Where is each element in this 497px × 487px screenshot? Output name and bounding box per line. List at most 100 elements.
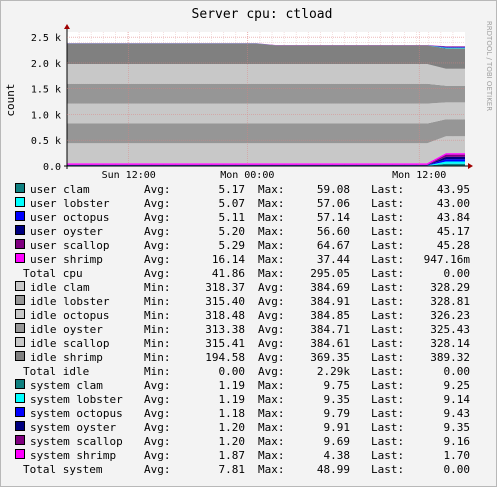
stat-value: 0.00 — [443, 267, 471, 280]
stat-label: Max: — [258, 393, 285, 406]
stat-value: 1.20 — [218, 435, 246, 448]
stat-value: 318.37 — [205, 281, 245, 294]
stat-value: 1.87 — [218, 449, 246, 462]
stat-label: Max: — [258, 183, 285, 196]
stat-label: Max: — [258, 197, 285, 210]
legend-series-name: idle shrimp — [30, 351, 103, 364]
stat-value: 5.20 — [218, 225, 246, 238]
stat-label: Avg: — [144, 239, 171, 252]
stat-value: 16.14 — [211, 253, 245, 266]
stat-label: Last: — [371, 309, 405, 322]
stat-value: 0.00 — [443, 365, 471, 378]
legend-series-name: system shrimp — [30, 449, 117, 462]
stat-label: Max: — [258, 463, 285, 476]
stat-value: 1.20 — [218, 421, 246, 434]
stat-value: 5.07 — [218, 197, 246, 210]
stat-label: Last: — [371, 295, 405, 308]
stat-value: 9.25 — [443, 379, 471, 392]
legend-series-name: user clam — [30, 183, 90, 196]
y-axis-arrow — [64, 24, 70, 29]
stat-label: Avg: — [144, 449, 171, 462]
stat-value: 1.19 — [218, 379, 246, 392]
stat-label: Avg: — [258, 295, 285, 308]
stat-value: 45.17 — [436, 225, 470, 238]
stat-value: 5.29 — [218, 239, 246, 252]
stat-value: 9.69 — [323, 435, 351, 448]
legend-swatch — [15, 309, 25, 319]
legend-series-name: idle oyster — [30, 323, 103, 336]
legend-row: user octopus Avg: 5.11 Max: 57.14 Last: 43.84 — [0, 211, 497, 225]
stat-value: 7.81 — [218, 463, 246, 476]
stat-value: 37.44 — [316, 253, 350, 266]
stat-value: 947.16m — [423, 253, 470, 266]
stat-value: 0.00 — [443, 463, 471, 476]
stat-label: Max: — [258, 379, 285, 392]
legend-swatch — [15, 295, 25, 305]
stat-value: 41.86 — [211, 267, 245, 280]
legend: user clam Avg: 5.17 Max: 59.08 Last: 43.95 user… — [0, 183, 497, 477]
legend-series-name: user oyster — [30, 225, 103, 238]
x-axis-arrow — [468, 163, 473, 169]
stat-label: Max: — [258, 421, 285, 434]
y-tick-label: 0.5 k — [31, 136, 61, 147]
stat-label: Min: — [144, 295, 171, 308]
stat-value: 1.70 — [443, 449, 471, 462]
legend-swatch — [15, 225, 25, 235]
stat-label: Avg: — [144, 211, 171, 224]
stat-value: 9.16 — [443, 435, 471, 448]
stat-value: 325.43 — [430, 323, 470, 336]
legend-row: system clam Avg: 1.19 Max: 9.75 Last: 9.25 — [0, 379, 497, 393]
stat-value: 9.35 — [323, 393, 351, 406]
legend-series-name: idle lobster — [30, 295, 110, 308]
legend-row: idle oyster Min: 313.38 Avg: 384.71 Last: 325.… — [0, 323, 497, 337]
stat-label: Last: — [371, 351, 405, 364]
stat-value: 4.38 — [323, 449, 351, 462]
stat-value: 384.85 — [310, 309, 350, 322]
legend-swatch — [15, 211, 25, 221]
x-tick-label: Sun 12:00 — [102, 170, 156, 181]
stat-label: Avg: — [258, 351, 285, 364]
legend-row: user shrimp Avg: 16.14 Max: 37.44 Last: 947.16… — [0, 253, 497, 267]
legend-row: Total idle Min: 0.00 Avg: 2.29k Last: 0.00 — [0, 365, 497, 379]
legend-swatch — [15, 323, 25, 333]
stat-label: Max: — [258, 435, 285, 448]
stat-value: 0.00 — [218, 365, 246, 378]
stat-label: Max: — [258, 267, 285, 280]
stat-label: Last: — [371, 337, 405, 350]
stat-value: 384.91 — [310, 295, 350, 308]
legend-row: user oyster Avg: 5.20 Max: 56.60 Last: 45.17 — [0, 225, 497, 239]
legend-row: system scallop Avg: 1.20 Max: 9.69 Last: 9.16 — [0, 435, 497, 449]
stat-label: Max: — [258, 449, 285, 462]
legend-row: system octopus Avg: 1.18 Max: 9.79 Last: 9.43 — [0, 407, 497, 421]
stat-label: Max: — [258, 225, 285, 238]
legend-swatch — [15, 421, 25, 431]
legend-series-name: idle scallop — [30, 337, 110, 350]
y-tick-label: 2.0 k — [31, 59, 61, 70]
stat-label: Avg: — [258, 323, 285, 336]
stat-label: Last: — [371, 379, 405, 392]
legend-series-name: user shrimp — [30, 253, 103, 266]
stat-value: 1.19 — [218, 393, 246, 406]
legend-series-name: system lobster — [30, 393, 123, 406]
stat-value: 318.48 — [205, 309, 245, 322]
legend-swatch — [15, 253, 25, 263]
legend-row: system oyster Avg: 1.20 Max: 9.91 Last: 9.35 — [0, 421, 497, 435]
stat-value: 194.58 — [205, 351, 245, 364]
legend-swatch — [15, 351, 25, 361]
stat-value: 9.75 — [323, 379, 351, 392]
stat-value: 313.38 — [205, 323, 245, 336]
series-area — [67, 83, 465, 104]
stat-label: Last: — [371, 393, 405, 406]
stat-value: 2.29k — [316, 365, 350, 378]
legend-series-name: system octopus — [30, 407, 123, 420]
stat-value: 9.43 — [443, 407, 471, 420]
stat-label: Avg: — [144, 197, 171, 210]
stat-label: Avg: — [258, 309, 285, 322]
legend-row: idle shrimp Min: 194.58 Avg: 369.35 Last: 389.… — [0, 351, 497, 365]
stat-label: Avg: — [144, 393, 171, 406]
stat-value: 295.05 — [310, 267, 350, 280]
stat-label: Last: — [371, 463, 405, 476]
stat-value: 389.32 — [430, 351, 470, 364]
stat-label: Last: — [371, 281, 405, 294]
legend-row: system shrimp Avg: 1.87 Max: 4.38 Last: 1.70 — [0, 449, 497, 463]
